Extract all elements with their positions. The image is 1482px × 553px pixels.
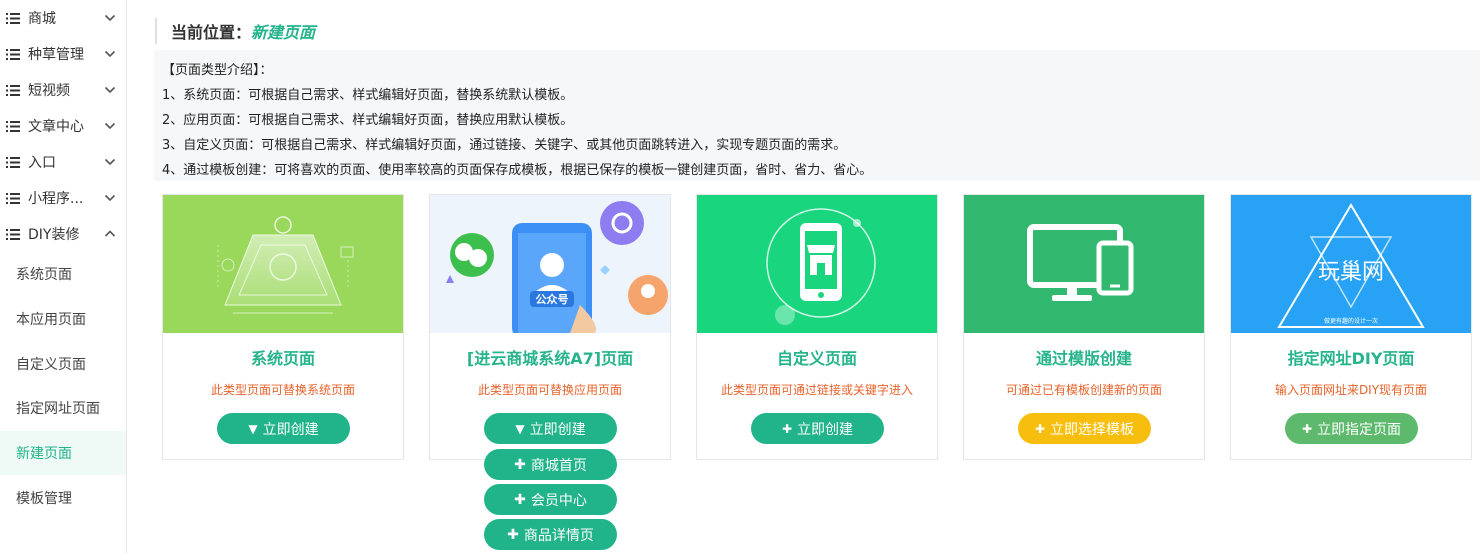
specify-page-button[interactable]: ✚ 立即指定页面 bbox=[1285, 413, 1418, 444]
card-title: 系统页面 bbox=[250, 349, 315, 368]
card-custom-page: 自定义页面 此类型页面可通过链接或关键字进入 ✚ 立即创建 bbox=[696, 194, 938, 460]
sidebar-group-mini-program[interactable]: 小程序... bbox=[0, 180, 126, 216]
sidebar-group-label: 商城 bbox=[28, 11, 56, 27]
list-icon bbox=[6, 192, 20, 204]
chevron-down-icon bbox=[104, 194, 116, 202]
list-icon bbox=[6, 156, 20, 168]
sidebar-group-articles[interactable]: 文章中心 bbox=[0, 108, 126, 144]
dropdown-item-label: 商品详情页 bbox=[523, 527, 594, 544]
list-icon bbox=[6, 48, 20, 60]
list-icon bbox=[6, 228, 20, 240]
sidebar-item-app-page[interactable]: 本应用页面 bbox=[0, 297, 126, 342]
create-system-page-button[interactable]: ▼ 立即创建 bbox=[217, 413, 350, 444]
card-app-page: 公众号 [进云商城系统A7]页面 此类型页面可替换应用页面 ▼ 立即创建 bbox=[429, 194, 671, 460]
sidebar-item-new-page[interactable]: 新建页面 bbox=[0, 430, 126, 476]
card-description: 此类型页面可替换系统页面 bbox=[210, 383, 355, 397]
sidebar-group-short-video[interactable]: 短视频 bbox=[0, 72, 126, 108]
monitor-phone-illustration-icon bbox=[1027, 224, 1134, 301]
button-label: 立即选择模板 bbox=[1050, 421, 1135, 438]
chevron-down-icon bbox=[104, 50, 116, 58]
plus-icon: ✚ bbox=[1034, 421, 1046, 436]
sidebar-group-label: 入口 bbox=[28, 155, 56, 171]
caret-down-icon: ▼ bbox=[248, 421, 258, 436]
sidebar-item-system-page[interactable]: 系统页面 bbox=[0, 252, 126, 297]
banner-text: 玩巢网 bbox=[1318, 260, 1384, 285]
tablet-illustration-icon bbox=[217, 216, 354, 314]
list-icon bbox=[6, 120, 20, 132]
plus-icon: ✚ bbox=[507, 526, 519, 543]
button-label: 立即指定页面 bbox=[1317, 421, 1402, 438]
create-custom-page-button[interactable]: ✚ 立即创建 bbox=[751, 413, 884, 444]
banner-image bbox=[697, 195, 937, 333]
card-template-create: 通过模版创建 可通过已有模板创建新的页面 ✚ 立即选择模板 bbox=[963, 194, 1205, 460]
dropdown-item-member-center[interactable]: ✚ 会员中心 bbox=[484, 484, 617, 515]
dropdown-item-label: 商城首页 bbox=[530, 457, 587, 474]
banner-image bbox=[964, 195, 1204, 333]
plus-icon: ✚ bbox=[514, 456, 526, 473]
sidebar-group-label: DIY装修 bbox=[28, 227, 80, 243]
dropdown-item-label: 会员中心 bbox=[530, 492, 587, 509]
card-url-diy-page: 玩巢网 做更有趣的设计一次 指定网址DIY页面 输入页面网址来DIY现有页面 ✚… bbox=[1230, 194, 1472, 460]
wechat-official-account-illustration-icon: 公众号 bbox=[446, 201, 668, 333]
page-type-intro: 【页面类型介绍】： 1、系统页面：可根据自己需求、样式编辑好页面，替换系统默认模… bbox=[154, 50, 1480, 181]
sidebar-group-mall[interactable]: 商城 bbox=[0, 0, 126, 36]
banner-image: 玩巢网 做更有趣的设计一次 bbox=[1231, 195, 1471, 333]
chevron-up-icon bbox=[104, 230, 116, 237]
card-title: [进云商城系统A7]页面 bbox=[466, 349, 634, 368]
banner-image bbox=[163, 195, 403, 333]
banner-subtext: 做更有趣的设计一次 bbox=[1324, 317, 1378, 325]
intro-line: 4、通过模板创建：可将喜欢的页面、使用率较高的页面保存成模板，根据已保存的模板一… bbox=[162, 163, 873, 178]
sidebar-group-label: 种草管理 bbox=[28, 47, 84, 63]
sidebar-group-label: 文章中心 bbox=[28, 119, 84, 135]
intro-line: 【页面类型介绍】： bbox=[162, 63, 273, 78]
intro-line: 2、应用页面：可根据自己需求、样式编辑好页面，替换应用默认模板。 bbox=[162, 113, 574, 128]
card-description: 此类型页面可替换应用页面 bbox=[477, 383, 622, 397]
plus-icon: ✚ bbox=[781, 421, 793, 436]
plus-icon: ✚ bbox=[1301, 421, 1313, 436]
caret-down-icon: ▼ bbox=[515, 421, 525, 436]
button-label: 立即创建 bbox=[797, 421, 854, 438]
button-label: 立即创建 bbox=[529, 421, 586, 438]
breadcrumb-current: 新建页面 bbox=[251, 23, 316, 42]
intro-line: 3、自定义页面：可根据自己需求、样式编辑好页面，通过链接、关键字、或其他页面跳转… bbox=[162, 138, 847, 153]
card-description: 此类型页面可通过链接或关键字进入 bbox=[720, 383, 913, 397]
dropdown-item-mall-home[interactable]: ✚ 商城首页 bbox=[484, 449, 617, 480]
breadcrumb-label: 当前位置： bbox=[171, 23, 252, 42]
phone-store-illustration-icon bbox=[766, 208, 876, 325]
sidebar-group-diy[interactable]: DIY装修 bbox=[0, 216, 126, 252]
chevron-down-icon bbox=[104, 14, 116, 22]
sidebar-item-template-manage[interactable]: 模板管理 bbox=[0, 475, 126, 520]
card-title: 指定网址DIY页面 bbox=[1287, 349, 1415, 368]
card-description: 可通过已有模板创建新的页面 bbox=[1005, 383, 1162, 397]
sidebar-group-label: 短视频 bbox=[28, 83, 70, 99]
banner-image: 公众号 bbox=[430, 195, 670, 333]
list-icon bbox=[6, 84, 20, 96]
intro-line: 1、系统页面：可根据自己需求、样式编辑好页面，替换系统默认模板。 bbox=[162, 88, 574, 103]
banner-text: 公众号 bbox=[536, 292, 569, 306]
card-title: 自定义页面 bbox=[776, 349, 857, 368]
card-title: 通过模版创建 bbox=[1035, 349, 1132, 368]
sidebar: 商城 种草管理 短视频 文章中心 入口 小程序... DIY装修 系统页面 本应… bbox=[0, 0, 127, 553]
chevron-down-icon bbox=[104, 86, 116, 94]
button-label: 立即创建 bbox=[262, 421, 319, 438]
triangle-logo-illustration-icon: 玩巢网 做更有趣的设计一次 bbox=[1277, 203, 1425, 328]
sidebar-group-seeding[interactable]: 种草管理 bbox=[0, 36, 126, 72]
sidebar-group-label: 小程序... bbox=[28, 191, 84, 207]
card-system-page: 系统页面 此类型页面可替换系统页面 ▼ 立即创建 bbox=[162, 194, 404, 460]
breadcrumb: 当前位置： 新建页面 bbox=[155, 18, 315, 44]
app-page-dropdown-menu: ✚ 商城首页 ✚ 会员中心 ✚ 商品详情页 bbox=[484, 449, 617, 550]
chevron-down-icon bbox=[104, 122, 116, 130]
sidebar-item-custom-page[interactable]: 自定义页面 bbox=[0, 341, 126, 386]
sidebar-item-url-page[interactable]: 指定网址页面 bbox=[0, 386, 126, 431]
dropdown-item-product-detail[interactable]: ✚ 商品详情页 bbox=[484, 519, 617, 550]
create-app-page-button[interactable]: ▼ 立即创建 bbox=[484, 413, 617, 444]
card-description: 输入页面网址来DIY现有页面 bbox=[1274, 383, 1428, 397]
main-content: 当前位置： 新建页面 【页面类型介绍】： 1、系统页面：可根据自己需求、样式编辑… bbox=[127, 0, 1482, 553]
list-icon bbox=[6, 12, 20, 24]
select-template-button[interactable]: ✚ 立即选择模板 bbox=[1018, 413, 1151, 444]
sidebar-group-entry[interactable]: 入口 bbox=[0, 144, 126, 180]
plus-icon: ✚ bbox=[514, 491, 526, 508]
chevron-down-icon bbox=[104, 158, 116, 166]
